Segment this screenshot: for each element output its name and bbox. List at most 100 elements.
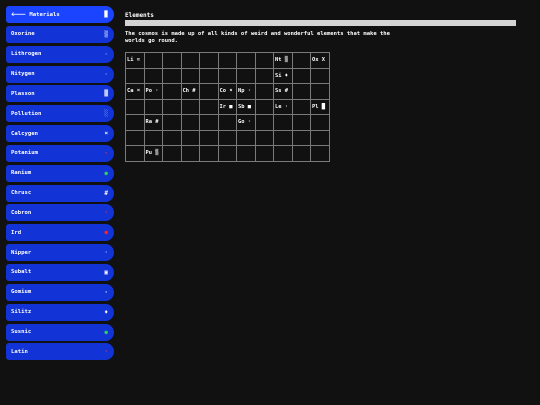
sidebar-item-nipper[interactable]: Nipper · [6,244,114,262]
grid-cell[interactable] [254,145,274,162]
grid-cell[interactable] [217,67,237,84]
grid-cell[interactable] [236,52,256,69]
sidebar-item-silitz[interactable]: Silitz ♦ [6,303,114,321]
grid-cell[interactable]: Ch # [180,83,200,100]
grid-cell[interactable] [125,98,145,115]
grid-cell[interactable] [254,129,274,146]
grid-cell[interactable] [125,129,145,146]
sidebar-item-oxorine[interactable]: Oxorine ▒ [6,25,114,43]
grid-cell[interactable] [217,129,237,146]
grid-cell[interactable] [180,52,200,69]
sidebar-item-label: Pollution [11,110,42,117]
grid-cell[interactable] [199,98,219,115]
grid-cell[interactable] [199,67,219,84]
grid-cell[interactable] [236,145,256,162]
grid-cell[interactable] [162,83,182,100]
grid-cell[interactable] [254,67,274,84]
grid-cell[interactable] [291,129,311,146]
grid-cell[interactable] [273,145,293,162]
grid-cell[interactable] [291,83,311,100]
grid-cell[interactable] [199,145,219,162]
sidebar-item-ird[interactable]: Ird ● [6,224,114,242]
grid-cell[interactable] [143,52,163,69]
grid-cell[interactable] [199,129,219,146]
grid-cell[interactable] [310,145,330,162]
grid-cell[interactable] [254,52,274,69]
grid-cell[interactable]: Np · [236,83,256,100]
grid-cell[interactable] [143,98,163,115]
sidebar-item-label: Cobron [11,209,32,216]
sidebar-item-gomium[interactable]: Gomium · [6,283,114,301]
grid-cell[interactable]: Po · [143,83,163,100]
grid-cell[interactable] [162,98,182,115]
grid-cell[interactable]: Pu ▒ [143,145,163,162]
grid-cell[interactable] [162,114,182,131]
grid-cell[interactable] [291,114,311,131]
grid-cell[interactable] [254,98,274,115]
sidebar-item-plasson[interactable]: Plasson █ [6,85,114,103]
grid-cell[interactable] [273,129,293,146]
grid-cell[interactable] [310,83,330,100]
grid-cell[interactable]: Ca ¤ [125,83,145,100]
grid-cell[interactable] [199,52,219,69]
grid-cell[interactable] [291,52,311,69]
grid-cell[interactable] [143,67,163,84]
grid-cell[interactable] [236,129,256,146]
grid-cell[interactable] [217,52,237,69]
grid-cell[interactable] [180,98,200,115]
grid-cell[interactable]: Ra # [143,114,163,131]
sidebar-item-ranium[interactable]: Ranium ● [6,164,114,182]
sidebar-item-cobron[interactable]: Cobron · [6,204,114,222]
grid-cell[interactable] [162,129,182,146]
grid-cell[interactable]: Ir ■ [217,98,237,115]
grid-cell[interactable]: Pl █ [310,98,330,115]
grid-cell[interactable] [310,129,330,146]
grid-cell[interactable] [180,67,200,84]
sidebar-item-chrusc[interactable]: Chrusc # [6,184,114,202]
sidebar-item-calcygen[interactable]: Calcygen ¤ [6,125,114,143]
grid-cell[interactable] [180,129,200,146]
grid-cell[interactable] [143,129,163,146]
grid-cell[interactable] [125,67,145,84]
material-glyph-icon: ● [104,169,108,177]
grid-cell[interactable] [254,114,274,131]
grid-cell[interactable] [236,67,256,84]
grid-cell[interactable] [254,83,274,100]
grid-cell[interactable]: Le · [273,98,293,115]
grid-cell[interactable]: Nt ▒ [273,52,293,69]
grid-cell[interactable] [291,145,311,162]
grid-cell[interactable]: Ss # [273,83,293,100]
grid-cell[interactable]: Sb ■ [236,98,256,115]
grid-cell[interactable] [180,145,200,162]
grid-cell[interactable] [162,67,182,84]
grid-cell[interactable] [125,114,145,131]
grid-cell[interactable]: Co ¤ [217,83,237,100]
grid-cell[interactable] [199,83,219,100]
grid-cell[interactable] [291,67,311,84]
grid-cell[interactable] [291,98,311,115]
sidebar-item-nitygen[interactable]: Nitygen · [6,65,114,83]
sidebar-item-susnic[interactable]: Susnic ● [6,323,114,341]
grid-cell[interactable] [180,114,200,131]
grid-cell[interactable] [273,114,293,131]
sidebar-item-latin[interactable]: Latin · [6,343,114,361]
grid-cell[interactable] [310,114,330,131]
sidebar-item-label: Potanium [11,150,38,157]
grid-cell[interactable] [125,145,145,162]
sidebar-item-subalt[interactable]: Subalt ▣ [6,263,114,281]
material-glyph-icon: · [104,50,108,58]
grid-cell[interactable]: Ox X [310,52,330,69]
sidebar-item-lithrogen[interactable]: Lithrogen · [6,45,114,63]
grid-cell[interactable] [217,145,237,162]
grid-cell[interactable] [162,52,182,69]
grid-cell[interactable]: Li ≈ [125,52,145,69]
grid-cell[interactable] [162,145,182,162]
grid-cell[interactable] [217,114,237,131]
sidebar-item-pollution[interactable]: Pollution ░ [6,105,114,123]
sidebar-item-potanium[interactable]: Potanium · [6,144,114,162]
grid-cell[interactable]: Si ♦ [273,67,293,84]
grid-cell[interactable] [199,114,219,131]
grid-cell[interactable]: Go · [236,114,256,131]
grid-cell[interactable] [310,67,330,84]
materials-back-button[interactable]: 🡐 Materials ▉ [6,6,114,23]
